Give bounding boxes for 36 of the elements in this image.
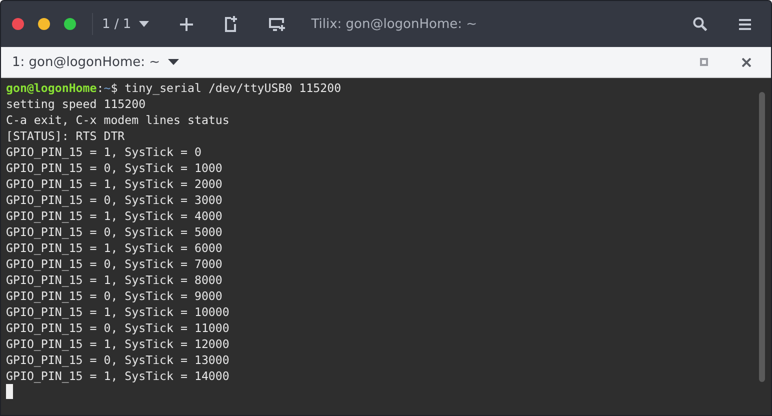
output-line: setting speed 115200 <box>6 96 146 112</box>
output-line: GPIO_PIN_15 = 1, SysTick = 0 <box>6 144 202 160</box>
output-line: GPIO_PIN_15 = 1, SysTick = 12000 <box>6 336 230 352</box>
output-line: GPIO_PIN_15 = 1, SysTick = 10000 <box>6 304 230 320</box>
monitor-plus-icon <box>269 18 286 30</box>
scrollbar-thumb[interactable] <box>759 92 765 382</box>
output-line: GPIO_PIN_15 = 0, SysTick = 11000 <box>6 320 230 336</box>
output-line: GPIO_PIN_15 = 0, SysTick = 1000 <box>6 160 222 176</box>
text-cursor <box>6 384 13 399</box>
caret-icon <box>168 59 180 65</box>
terminal-title[interactable]: 1: gon@logonHome: ~ <box>1 54 180 70</box>
close-icon <box>742 58 751 66</box>
output-line: GPIO_PIN_15 = 0, SysTick = 3000 <box>6 192 222 208</box>
close-button[interactable] <box>12 18 24 30</box>
window-title: Tilix: gon@logonHome: ~ <box>311 16 478 32</box>
minimize-button[interactable] <box>38 18 50 30</box>
output-line: GPIO_PIN_15 = 0, SysTick = 5000 <box>6 224 222 240</box>
output-line: GPIO_PIN_15 = 1, SysTick = 8000 <box>6 272 222 288</box>
search-icon <box>693 17 707 31</box>
caret-icon <box>139 21 150 27</box>
document-plus-icon <box>225 16 238 32</box>
plus-icon <box>180 18 194 30</box>
square-icon <box>700 58 708 66</box>
output-line: GPIO_PIN_15 = 1, SysTick = 4000 <box>6 208 222 224</box>
output-line: [STATUS]: RTS DTR <box>6 128 125 144</box>
session-switcher[interactable]: 1 / 1 <box>102 9 150 39</box>
prompt-line: gon@logonHome:~$ tiny_serial /dev/ttyUSB0 115200 <box>6 80 342 96</box>
output-line: C-a exit, C-x modem lines status <box>6 112 230 128</box>
output-line: GPIO_PIN_15 = 0, SysTick = 13000 <box>6 352 230 368</box>
output-line: GPIO_PIN_15 = 1, SysTick = 6000 <box>6 240 222 256</box>
output-line: GPIO_PIN_15 = 1, SysTick = 2000 <box>6 176 222 192</box>
output-line: GPIO_PIN_15 = 0, SysTick = 7000 <box>6 256 222 272</box>
output-line: GPIO_PIN_15 = 1, SysTick = 14000 <box>6 368 230 384</box>
output-line: GPIO_PIN_15 = 0, SysTick = 9000 <box>6 288 222 304</box>
maximize-button[interactable] <box>64 18 76 30</box>
menu-icon <box>739 18 751 30</box>
